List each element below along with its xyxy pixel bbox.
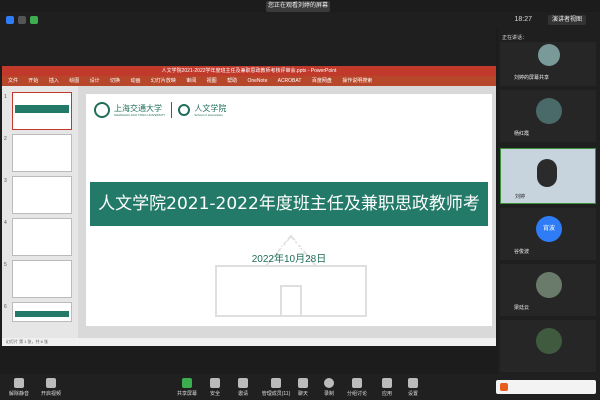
clock: 18:27 [514, 16, 532, 23]
powerpoint-window: 人文学院2021-2022学年度班主任及兼职思政教师考核评审会.pptx - P… [2, 66, 496, 346]
tab-help[interactable]: 帮助 [227, 78, 237, 84]
invite-icon [238, 378, 248, 388]
university-logo: 上海交通大学 SHANGHAI JIAO TONG UNIVERSITY 人文学… [94, 100, 226, 120]
unmute-button[interactable]: 解除静音 [4, 378, 34, 397]
screen-share-banner: 您正在观看刘婷的屏幕 [266, 1, 330, 12]
speaking-indicator: 正在讲话： [502, 35, 528, 41]
status-bar: 幻灯片 第 1 张，共 6 张 [2, 338, 496, 346]
tab-design[interactable]: 设计 [90, 78, 100, 84]
share-screen-button[interactable]: 共享屏幕 [172, 378, 202, 397]
shield-icon[interactable] [18, 16, 26, 24]
slide-thumbnail[interactable] [12, 218, 72, 256]
camera-icon [46, 378, 56, 388]
tell-me-search[interactable]: 操作说明搜索 [342, 78, 372, 84]
record-icon [324, 378, 334, 388]
avatar [536, 272, 562, 298]
slide-thumbnail[interactable] [12, 260, 72, 298]
invite-button[interactable]: 邀请 [228, 378, 258, 397]
avatar [536, 98, 562, 124]
slide-thumbnail[interactable] [12, 302, 72, 322]
university-seal-icon [94, 102, 110, 118]
tab-insert[interactable]: 插入 [49, 78, 59, 84]
apps-icon [382, 378, 392, 388]
tab-animations[interactable]: 动画 [130, 78, 140, 84]
window-title: 人文学院2021-2022学年度班主任及兼职思政教师考核评审会.pptx - P… [2, 66, 496, 76]
participant-tile[interactable]: 杨红霞 [500, 90, 596, 142]
people-icon [271, 378, 281, 388]
participant-tile[interactable] [500, 320, 596, 372]
avatar [536, 328, 562, 354]
slide-thumbnail[interactable] [12, 92, 72, 130]
avatar [538, 44, 560, 66]
participant-video[interactable]: 刘婷 [500, 148, 596, 204]
network-icon[interactable] [30, 16, 38, 24]
tab-baidu[interactable]: 百度网盘 [312, 78, 332, 84]
slide-thumbnail[interactable] [12, 134, 72, 172]
ribbon-tabs: 文件 开始 插入 绘图 设计 切换 动画 幻灯片放映 审阅 视图 帮助 OneN… [2, 76, 496, 86]
tab-view[interactable]: 视图 [207, 78, 217, 84]
chat-icon [298, 378, 308, 388]
tab-draw[interactable]: 绘图 [69, 78, 79, 84]
slide-title: 人文学院2021-2022年度班主任及兼职思政教师考核评审会 [90, 182, 488, 258]
tab-acrobat[interactable]: ACROBAT [278, 78, 302, 84]
tab-transitions[interactable]: 切换 [110, 78, 120, 84]
participant-panel: 正在讲话： 刘婷的屏幕共享 杨红霞 刘婷 宵波 谷俊波 梁廷云 [498, 28, 600, 374]
view-toggle-button[interactable]: 演讲者视图 [547, 15, 586, 25]
tab-slideshow[interactable]: 幻灯片放映 [151, 78, 176, 84]
record-button[interactable]: 录制 [314, 378, 344, 397]
slide-thumbnail[interactable] [12, 176, 72, 214]
meeting-info-icon[interactable] [6, 16, 14, 24]
security-button[interactable]: 安全 [200, 378, 230, 397]
share-icon [182, 378, 192, 388]
participant-tile[interactable]: 宵波 谷俊波 [500, 208, 596, 260]
participant-tile[interactable]: 梁廷云 [500, 264, 596, 316]
breakout-button[interactable]: 分组讨论 [342, 378, 372, 397]
tab-review[interactable]: 审阅 [186, 78, 196, 84]
person-silhouette [537, 159, 557, 187]
tab-home[interactable]: 开始 [28, 78, 38, 84]
shield-icon [210, 378, 220, 388]
tab-onenote[interactable]: OneNote [247, 78, 267, 84]
slide-thumbnail-pane: 1 2 3 4 5 6 [2, 86, 78, 338]
sogou-icon [500, 383, 508, 391]
microphone-icon [14, 378, 24, 388]
gear-icon [408, 378, 418, 388]
slide-date: 2022年10月28日 [251, 254, 327, 265]
breakout-icon [352, 378, 362, 388]
start-video-button[interactable]: 开启视频 [36, 378, 66, 397]
participant-tile[interactable]: 刘婷的屏幕共享 [500, 42, 596, 86]
school-emblem-icon [178, 104, 191, 116]
ime-toolbar[interactable] [496, 380, 596, 394]
top-bar [0, 12, 600, 28]
tab-file[interactable]: 文件 [8, 78, 18, 84]
share-margin [0, 28, 496, 66]
settings-button[interactable]: 设置 [398, 378, 428, 397]
slide-canvas: 上海交通大学 SHANGHAI JIAO TONG UNIVERSITY 人文学… [86, 94, 492, 326]
